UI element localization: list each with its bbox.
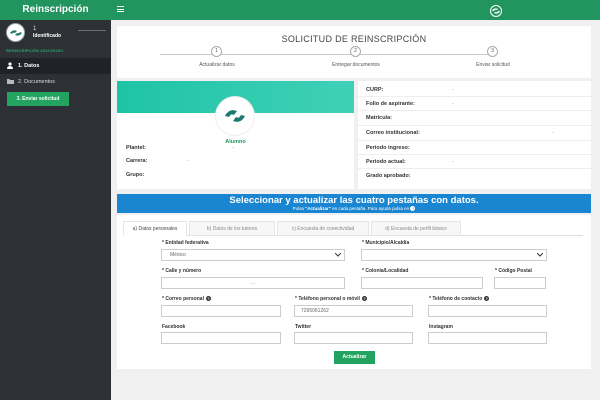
- folio-value: -: [452, 101, 454, 107]
- telefono-contacto-input[interactable]: [428, 305, 547, 317]
- institution-logo-icon: [225, 110, 245, 122]
- codigo-postal-input[interactable]: [494, 277, 546, 289]
- chevron-down-icon: [335, 253, 341, 257]
- telefono-personal-input[interactable]: 7295061262: [294, 305, 413, 317]
- colonia-input[interactable]: [361, 277, 483, 289]
- tab-datos-tutores[interactable]: b) Datos de los tutores: [189, 221, 275, 236]
- facebook-label: Facebook: [162, 324, 186, 330]
- plantel-value: -: [232, 145, 234, 151]
- telefono-contacto-label: * Teléfono de contacto?: [429, 296, 490, 302]
- divider: [358, 140, 591, 141]
- sidebar: Reinscripción 1 Identificado REINSCRIPCI…: [0, 0, 111, 400]
- tab-encuesta-conectividad[interactable]: c) Encuesta de conectividad: [277, 221, 369, 236]
- curp-value: -: [452, 87, 454, 93]
- help-icon[interactable]: ?: [361, 296, 367, 302]
- entidad-value: México: [170, 252, 186, 258]
- banner-sub-bold: "Actualizar": [305, 206, 331, 211]
- banner-title: Seleccionar y actualizar las cuatro pest…: [229, 195, 479, 206]
- correo-institucional-value: -: [552, 130, 554, 136]
- twitter-label: Twitter: [295, 324, 312, 330]
- calle-label: * Calle y número: [162, 268, 202, 274]
- divider: [358, 96, 591, 97]
- grupo-label: Grupo:: [126, 172, 145, 178]
- banner-sub-prefix: Pulsa: [292, 206, 306, 211]
- sidebar-section-title: REINSCRIPCIÓN 2022/2023/1: [6, 48, 64, 53]
- tab-encuesta-perfil[interactable]: d) Encuesta de perfil básico: [371, 221, 461, 236]
- periodo-ingreso-label: Periodo ingreso:: [366, 145, 410, 151]
- user-panel: 1 Identificado: [0, 20, 111, 45]
- divider: [358, 168, 591, 169]
- divider: [358, 125, 591, 126]
- banner-sub-suffix: en cada pestaña. Para ayuda pulsa en: [330, 206, 410, 211]
- step-1-marker: 1: [211, 46, 222, 57]
- step-2-marker: 2: [350, 46, 361, 57]
- entidad-select[interactable]: México: [161, 249, 345, 261]
- correo-personal-label: * Correo personal?: [162, 296, 211, 302]
- page-title: SOLICITUD DE REINSCRIPCIÓN: [281, 34, 427, 44]
- instructions-banner: Seleccionar y actualizar las cuatro pest…: [117, 194, 591, 213]
- municipio-select[interactable]: [361, 249, 547, 261]
- correo-institucional-label: Correo institucional:: [366, 130, 420, 136]
- send-request-button[interactable]: 3. Enviar solicitud: [7, 92, 69, 106]
- help-icon[interactable]: ?: [205, 296, 211, 302]
- facebook-input[interactable]: [161, 332, 281, 344]
- plantel-label: Plantel:: [126, 145, 146, 151]
- calle-input[interactable]: ...: [161, 277, 345, 289]
- folio-label: Folio de aspirante:: [366, 101, 415, 107]
- instagram-label: Instagram: [429, 324, 453, 330]
- instagram-input[interactable]: [428, 332, 547, 344]
- step-1-label: Actualizar datos: [199, 62, 235, 68]
- user-id: 1: [33, 26, 37, 32]
- student-info-card: CURP: - Folio de aspirante: - Matrícula:…: [358, 81, 591, 189]
- step-3-label: Enviar solicitud: [476, 62, 510, 68]
- form-tabs: a) Datos personales b) Datos de los tuto…: [123, 218, 583, 236]
- grado-aprobado-label: Grado aprobado:: [366, 173, 411, 179]
- institution-logo-icon: [10, 30, 22, 36]
- correo-personal-input[interactable]: [161, 305, 281, 317]
- codigo-postal-label: * Código Postal: [495, 268, 532, 274]
- chevron-down-icon: [537, 253, 543, 257]
- sidebar-item-label: 1. Datos: [18, 63, 40, 69]
- profile-role: Alumno: [225, 139, 246, 145]
- carrera-label: Carrera:: [126, 158, 148, 164]
- telefono-personal-label: * Teléfono personal o móvil?: [295, 296, 367, 302]
- periodo-actual-label: Periodo actual:: [366, 159, 406, 165]
- carrera-value: -: [187, 158, 189, 164]
- sidebar-item-label: 2. Documentos: [18, 79, 55, 85]
- person-icon: [7, 62, 13, 71]
- app-brand: Reinscripción: [0, 0, 111, 20]
- sidebar-item-documentos[interactable]: 2. Documentos: [0, 74, 111, 90]
- periodo-actual-value: -: [452, 159, 454, 165]
- banner-subtitle: Pulsa "Actualizar" en cada pestaña. Para…: [117, 206, 591, 212]
- menu-icon[interactable]: [117, 6, 124, 12]
- step-2-label: Entregar documentos: [332, 62, 380, 68]
- help-icon[interactable]: ?: [410, 206, 416, 212]
- tab-datos-personales[interactable]: a) Datos personales: [123, 221, 187, 236]
- entidad-label: * Entidad federativa: [162, 240, 209, 246]
- update-button[interactable]: Actualizar: [334, 351, 375, 364]
- user-status: Identificado: [33, 33, 62, 39]
- institution-logo-icon: [489, 4, 503, 17]
- municipio-label: * Municipio/Alcaldía: [362, 240, 410, 246]
- help-icon[interactable]: ?: [484, 296, 490, 302]
- twitter-input[interactable]: [294, 332, 413, 344]
- user-name-placeholder: [78, 30, 106, 31]
- matricula-label: Matrícula:: [366, 115, 392, 121]
- sidebar-item-datos[interactable]: 1. Datos: [0, 58, 111, 74]
- profile-card: Alumno Plantel: - Carrera: - Grupo:: [117, 81, 354, 189]
- personal-data-form: a) Datos personales b) Datos de los tuto…: [117, 215, 591, 369]
- colonia-label: * Colonia/Localidad: [362, 268, 409, 274]
- step-3-marker: 3: [487, 46, 498, 57]
- folder-icon: [7, 78, 14, 86]
- avatar: [6, 23, 25, 42]
- steps-progress-line: [160, 54, 490, 55]
- divider: [358, 110, 591, 111]
- top-navbar: [111, 0, 600, 20]
- divider: [358, 154, 591, 155]
- profile-avatar: [216, 97, 254, 135]
- curp-label: CURP:: [366, 87, 384, 93]
